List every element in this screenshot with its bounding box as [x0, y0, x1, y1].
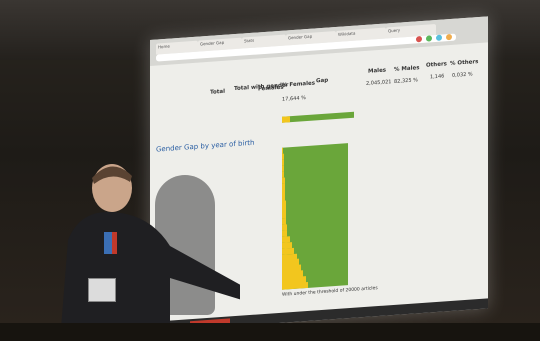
- col-pct-males-header: % Males: [394, 65, 420, 73]
- col-pct-others-header: % Others: [450, 59, 479, 68]
- floor: [0, 323, 540, 341]
- summary-gap-female-share: [282, 116, 290, 123]
- section-title: Gender Gap by year of birth: [156, 138, 255, 154]
- summary-pct-males: 82,325 %: [394, 77, 418, 85]
- col-gap-header: Gap: [316, 77, 329, 85]
- summary-gap-bar: [282, 111, 354, 123]
- col-pct-females-header: % Females: [282, 80, 316, 89]
- summary-others: 1,146: [430, 73, 445, 81]
- col-others-header: Others: [426, 61, 447, 69]
- name-badge: [88, 278, 116, 302]
- col-males-header: Males: [368, 67, 387, 75]
- summary-males: 2,045,021: [366, 79, 392, 87]
- gender-gap-chart: [282, 143, 348, 290]
- col-females-header: Females: [258, 84, 284, 93]
- summary-pct-females: 17,644 %: [282, 95, 306, 103]
- summary-pct-others: 0,032 %: [452, 71, 473, 79]
- col-total-header: Total: [210, 88, 226, 96]
- presenter: [60, 164, 240, 341]
